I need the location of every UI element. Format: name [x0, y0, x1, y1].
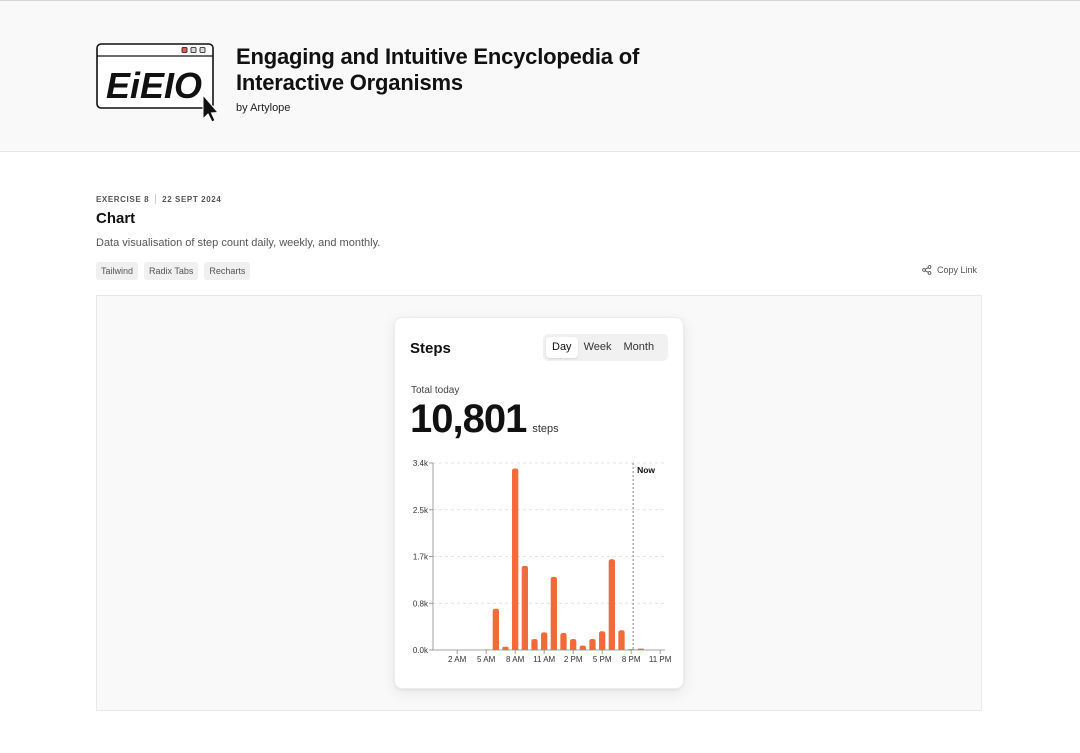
y-tick-label: 3.4k [413, 459, 429, 468]
x-tick-label: 2 PM [564, 655, 583, 664]
x-tick-label: 8 PM [622, 655, 641, 664]
bar-hour-12 [550, 576, 557, 650]
x-tick-label: 11 PM [649, 655, 672, 664]
bar-hour-18 [608, 559, 615, 650]
bar-hour-13 [560, 632, 567, 650]
y-tick-label: 2.5k [413, 506, 429, 515]
bar-hour-14 [570, 639, 577, 650]
x-tick-label: 11 AM [533, 655, 555, 664]
site-title: Engaging and Intuitive Encyclopedia of I… [236, 44, 640, 95]
page-title: Chart [96, 210, 136, 227]
x-tick-label: 5 PM [593, 655, 612, 664]
bar-hour-20 [628, 649, 635, 650]
steps-chart: 0.0k 0.8k 1.7k 2.5k 3.4k 2 AM 5 AM 8 AM 11 AM 2 P… [413, 459, 672, 664]
bar-hour-15 [579, 645, 586, 650]
bar-hour-21 [637, 648, 644, 650]
eieio-logo[interactable]: EiEIO [96, 43, 220, 123]
site-author: by Artylope [236, 102, 291, 114]
steps-card: Steps Day Week Month Total today 10,801 … [394, 317, 684, 689]
page-description: Data visualisation of step count daily, … [96, 237, 381, 249]
y-tick-label: 0.0k [413, 646, 429, 655]
bar-hour-7 [502, 646, 509, 650]
copy-link-label: Copy Link [937, 265, 978, 275]
bar-hour-10 [531, 639, 538, 650]
exercise-meta: EXERCISE 8 22 SEPT 2024 [96, 194, 221, 204]
exercise-date: 22 SEPT 2024 [162, 194, 222, 204]
tag-tailwind: Tailwind [96, 262, 139, 280]
now-marker-label: Now [637, 465, 655, 475]
bar-hour-5 [483, 649, 490, 650]
meta-divider [155, 194, 157, 204]
logo-text: EiEIO [106, 65, 202, 106]
bar-hour-19 [618, 630, 625, 650]
copy-link-button[interactable]: Copy Link [922, 265, 977, 275]
y-tick-label: 0.8k [413, 599, 429, 608]
x-tick-label: 2 AM [448, 655, 467, 664]
exercise-label: EXERCISE 8 [96, 194, 150, 204]
bar-hour-6 [492, 608, 499, 650]
bar-hour-9 [521, 565, 528, 650]
site-header: EiEIO Engaging and Intuitive Encyclopedi… [0, 0, 1080, 152]
tag-radix-tabs: Radix Tabs [144, 262, 199, 280]
y-tick-label: 1.7k [413, 553, 429, 562]
bar-hour-8 [512, 468, 519, 650]
bar-hour-16 [589, 639, 596, 650]
tag-list: Tailwind Radix Tabs Recharts [96, 262, 251, 280]
bar-hour-11 [541, 632, 548, 650]
tag-recharts: Recharts [204, 262, 251, 280]
bar-hour-17 [599, 631, 606, 650]
x-tick-label: 8 AM [506, 655, 525, 664]
x-tick-label: 5 AM [477, 655, 496, 664]
share-icon [922, 265, 932, 275]
